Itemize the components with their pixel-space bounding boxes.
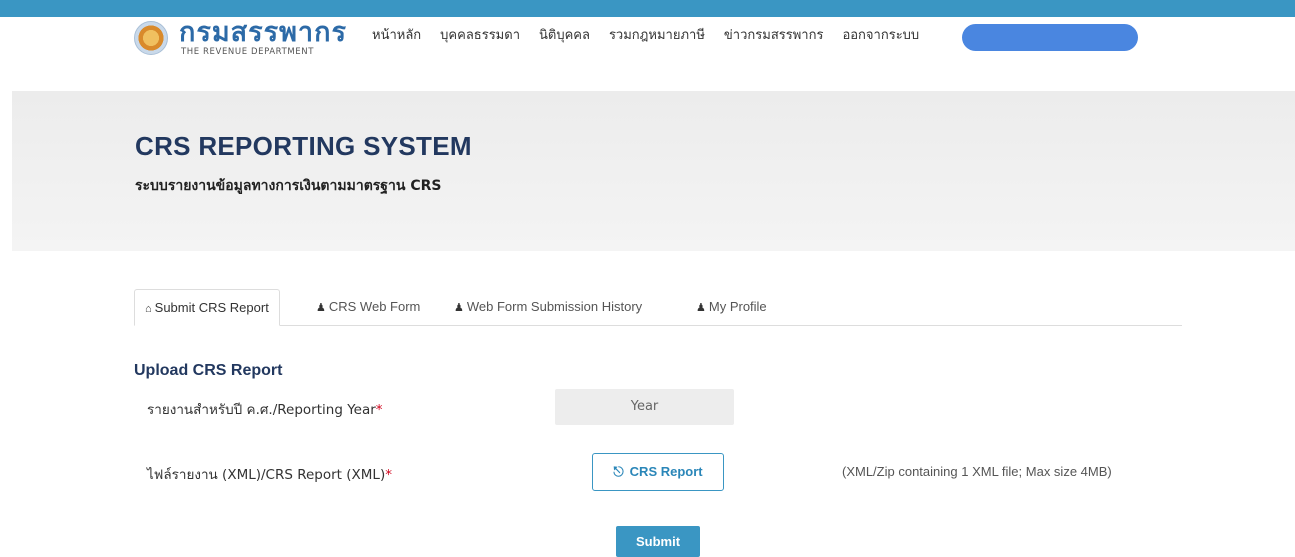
upload-button-label: CRS Report	[629, 464, 703, 479]
submit-button[interactable]: Submit	[616, 526, 700, 557]
revenue-department-emblem-icon[interactable]	[134, 21, 168, 55]
nav-news[interactable]: ข่าวกรมสรรพากร	[724, 27, 824, 45]
tab-my-profile[interactable]: ♟ My Profile	[696, 289, 767, 324]
home-icon: ⌂	[145, 303, 152, 315]
top-accent-bar	[0, 0, 1295, 17]
nav-home[interactable]: หน้าหลัก	[372, 27, 421, 45]
tab-label: Web Form Submission History	[466, 299, 643, 314]
crs-report-file-label: ไฟล์รายงาน (XML)/CRS Report (XML)*	[147, 463, 392, 485]
nav-tax-law[interactable]: รวมกฎหมายภาษี	[609, 27, 705, 45]
nav-logout[interactable]: ออกจากระบบ	[842, 27, 919, 45]
tab-label: My Profile	[708, 299, 767, 314]
tab-bar: ⌂ Submit CRS Report ♟ CRS Web Form ♟ Web Fo…	[134, 289, 1182, 326]
file-requirements-hint: (XML/Zip containing 1 XML file; Max size…	[842, 464, 1112, 479]
logo-thai-text[interactable]: กรมสรรพากร	[179, 18, 347, 48]
user-icon: ♟	[696, 302, 706, 314]
reporting-year-select[interactable]: Year	[555, 389, 734, 425]
upload-icon: ⎋	[613, 464, 624, 479]
tab-label: Submit CRS Report	[154, 300, 269, 315]
logo-english-text: THE REVENUE DEPARTMENT	[181, 47, 315, 57]
section-title: Upload CRS Report	[134, 362, 283, 379]
tab-submit-crs-report[interactable]: ⌂ Submit CRS Report	[134, 289, 280, 326]
tab-web-form-submission-history[interactable]: ♟ Web Form Submission History	[454, 289, 642, 324]
tab-crs-web-form[interactable]: ♟ CRS Web Form	[316, 289, 420, 324]
page-subtitle: ระบบรายงานข้อมูลทางการเงินตามมาตรฐาน CRS	[135, 178, 442, 194]
crs-report-upload-button[interactable]: ⎋ CRS Report	[592, 453, 724, 491]
user-account-pill[interactable]	[962, 24, 1138, 51]
nav-individual[interactable]: บุคคลธรรมดา	[440, 27, 520, 45]
user-icon: ♟	[316, 302, 326, 314]
nav-corporate[interactable]: นิติบุคคล	[539, 27, 590, 45]
reporting-year-label-text: รายงานสำหรับปี ค.ศ./Reporting Year	[147, 402, 376, 418]
page-banner	[12, 91, 1295, 251]
reporting-year-label: รายงานสำหรับปี ค.ศ./Reporting Year*	[147, 398, 383, 420]
required-mark: *	[385, 467, 392, 483]
user-icon: ♟	[454, 302, 464, 314]
crs-report-file-label-text: ไฟล์รายงาน (XML)/CRS Report (XML)	[147, 467, 386, 483]
tab-label: CRS Web Form	[328, 299, 421, 314]
required-mark: *	[375, 402, 383, 418]
main-nav: หน้าหลัก บุคคลธรรมดา นิติบุคคล รวมกฎหมาย…	[372, 27, 919, 45]
page-title: CRS REPORTING SYSTEM	[135, 131, 472, 161]
